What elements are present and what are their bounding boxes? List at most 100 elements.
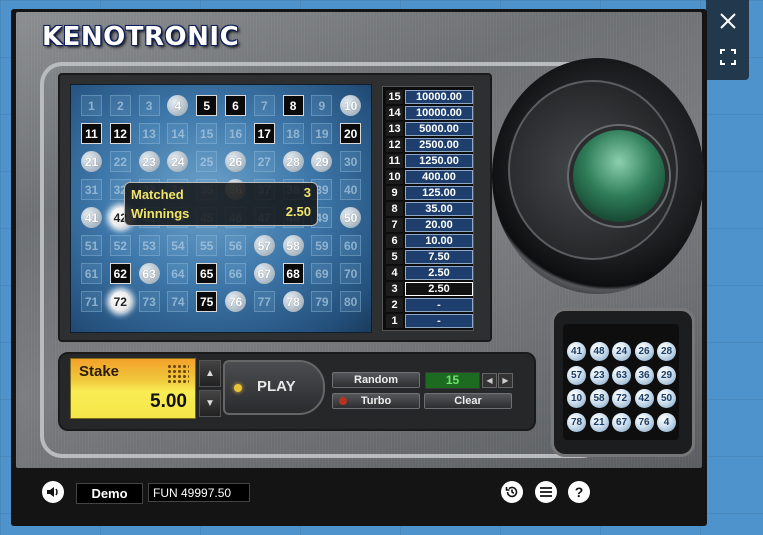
play-button[interactable]: PLAY bbox=[223, 360, 325, 415]
count-increase-button[interactable]: ▶ bbox=[498, 373, 513, 388]
board-number-4[interactable]: 4 bbox=[167, 95, 189, 116]
board-number-3[interactable]: 3 bbox=[138, 95, 160, 116]
paytable-hits: 12 bbox=[386, 138, 403, 152]
board-number-41[interactable]: 41 bbox=[81, 207, 102, 228]
count-decrease-button[interactable]: ◀ bbox=[482, 373, 497, 388]
board-number-67[interactable]: 67 bbox=[253, 263, 275, 284]
board-number-52[interactable]: 52 bbox=[109, 235, 131, 256]
paytable-payout: 7.50 bbox=[405, 250, 473, 264]
board-number-68[interactable]: 68 bbox=[282, 263, 304, 284]
board-number-8[interactable]: 8 bbox=[282, 95, 304, 116]
board-number-9[interactable]: 9 bbox=[311, 95, 333, 116]
board-number-14[interactable]: 14 bbox=[167, 123, 189, 144]
stake-field[interactable]: Stake 5.00 bbox=[70, 358, 196, 419]
help-icon[interactable]: ? bbox=[568, 481, 590, 503]
board-number-78[interactable]: 78 bbox=[282, 291, 304, 312]
paytable-payout: 5000.00 bbox=[405, 122, 473, 136]
board-number-1[interactable]: 1 bbox=[81, 95, 102, 116]
board-number-61[interactable]: 61 bbox=[81, 263, 102, 284]
board-number-27[interactable]: 27 bbox=[253, 151, 275, 172]
board-number-11[interactable]: 11 bbox=[81, 123, 102, 144]
close-icon[interactable] bbox=[706, 4, 749, 38]
drawn-balls-tray: 41 48 24 26 28 57 23 63 36 29 10 58 72 42 50 78 21 67 76 4 bbox=[563, 324, 679, 440]
board-number-26[interactable]: 26 bbox=[225, 151, 246, 172]
random-button[interactable]: Random bbox=[332, 372, 420, 388]
paytable-payout: 10000.00 bbox=[405, 90, 473, 104]
board-number-6[interactable]: 6 bbox=[225, 95, 246, 116]
history-icon[interactable] bbox=[501, 481, 523, 503]
board-number-71[interactable]: 71 bbox=[81, 291, 102, 312]
board-number-31[interactable]: 31 bbox=[81, 179, 102, 200]
board-number-76[interactable]: 76 bbox=[225, 291, 246, 312]
board-number-24[interactable]: 24 bbox=[167, 151, 189, 172]
board-number-22[interactable]: 22 bbox=[109, 151, 131, 172]
fullscreen-icon[interactable] bbox=[706, 40, 749, 74]
board-number-13[interactable]: 13 bbox=[138, 123, 160, 144]
drawn-ball: 63 bbox=[612, 365, 631, 385]
board-number-79[interactable]: 79 bbox=[311, 291, 333, 312]
board-number-55[interactable]: 55 bbox=[196, 235, 218, 256]
board-number-72[interactable]: 72 bbox=[109, 291, 131, 312]
board-number-54[interactable]: 54 bbox=[167, 235, 189, 256]
board-number-63[interactable]: 63 bbox=[138, 263, 160, 284]
clear-button[interactable]: Clear bbox=[424, 393, 512, 409]
mode-label: Demo bbox=[76, 483, 143, 504]
matched-value: 3 bbox=[303, 185, 311, 200]
board-number-51[interactable]: 51 bbox=[81, 235, 102, 256]
paytable-row: 9 125.00 bbox=[385, 186, 473, 200]
board-number-20[interactable]: 20 bbox=[340, 123, 362, 144]
paytable-hits: 10 bbox=[386, 170, 403, 184]
board-number-2[interactable]: 2 bbox=[109, 95, 131, 116]
board-number-69[interactable]: 69 bbox=[311, 263, 333, 284]
board-number-62[interactable]: 62 bbox=[109, 263, 131, 284]
drawn-ball: 41 bbox=[567, 342, 586, 361]
board-number-53[interactable]: 53 bbox=[138, 235, 160, 256]
board-number-12[interactable]: 12 bbox=[109, 123, 131, 144]
board-number-77[interactable]: 77 bbox=[253, 291, 275, 312]
board-number-60[interactable]: 60 bbox=[340, 235, 362, 256]
board-number-66[interactable]: 66 bbox=[225, 263, 246, 284]
board-number-15[interactable]: 15 bbox=[196, 123, 218, 144]
board-number-58[interactable]: 58 bbox=[282, 235, 304, 256]
turbo-button[interactable]: Turbo bbox=[332, 393, 420, 409]
board-number-75[interactable]: 75 bbox=[196, 291, 218, 312]
drawn-ball: 24 bbox=[612, 342, 631, 361]
paytable-payout: 2.50 bbox=[405, 282, 473, 296]
board-number-70[interactable]: 70 bbox=[340, 263, 362, 284]
board-number-23[interactable]: 23 bbox=[138, 151, 160, 172]
board-number-7[interactable]: 7 bbox=[253, 95, 275, 116]
board-number-25[interactable]: 25 bbox=[196, 151, 218, 172]
board-number-17[interactable]: 17 bbox=[253, 123, 275, 144]
board-number-28[interactable]: 28 bbox=[282, 151, 304, 172]
board-number-65[interactable]: 65 bbox=[196, 263, 218, 284]
board-number-29[interactable]: 29 bbox=[311, 151, 333, 172]
drawn-ball: 67 bbox=[612, 412, 631, 432]
board-number-57[interactable]: 57 bbox=[253, 235, 275, 256]
board-number-10[interactable]: 10 bbox=[340, 95, 362, 116]
board-number-5[interactable]: 5 bbox=[196, 95, 218, 116]
speaker-icon[interactable] bbox=[42, 481, 64, 503]
menu-icon[interactable] bbox=[535, 481, 557, 503]
board-number-56[interactable]: 56 bbox=[225, 235, 246, 256]
board-number-59[interactable]: 59 bbox=[311, 235, 333, 256]
board-number-16[interactable]: 16 bbox=[225, 123, 246, 144]
paytable-hits: 11 bbox=[386, 154, 403, 168]
paytable-row: 8 35.00 bbox=[385, 202, 473, 216]
drawn-ball: 58 bbox=[589, 389, 609, 408]
board-number-73[interactable]: 73 bbox=[138, 291, 160, 312]
paytable-row: 15 10000.00 bbox=[385, 90, 473, 104]
board-number-74[interactable]: 74 bbox=[167, 291, 189, 312]
stake-down-button[interactable]: ▼ bbox=[199, 390, 221, 417]
turbo-label: Turbo bbox=[360, 395, 392, 407]
board-number-40[interactable]: 40 bbox=[340, 179, 362, 200]
board-number-21[interactable]: 21 bbox=[81, 151, 102, 172]
board-number-80[interactable]: 80 bbox=[340, 291, 362, 312]
board-number-30[interactable]: 30 bbox=[340, 151, 362, 172]
board-number-19[interactable]: 19 bbox=[311, 123, 333, 144]
drawn-ball: 21 bbox=[589, 412, 609, 432]
board-number-64[interactable]: 64 bbox=[167, 263, 189, 284]
draw-machine-lens bbox=[569, 126, 669, 226]
board-number-18[interactable]: 18 bbox=[282, 123, 304, 144]
stake-up-button[interactable]: ▲ bbox=[199, 360, 221, 387]
board-number-50[interactable]: 50 bbox=[340, 207, 362, 228]
